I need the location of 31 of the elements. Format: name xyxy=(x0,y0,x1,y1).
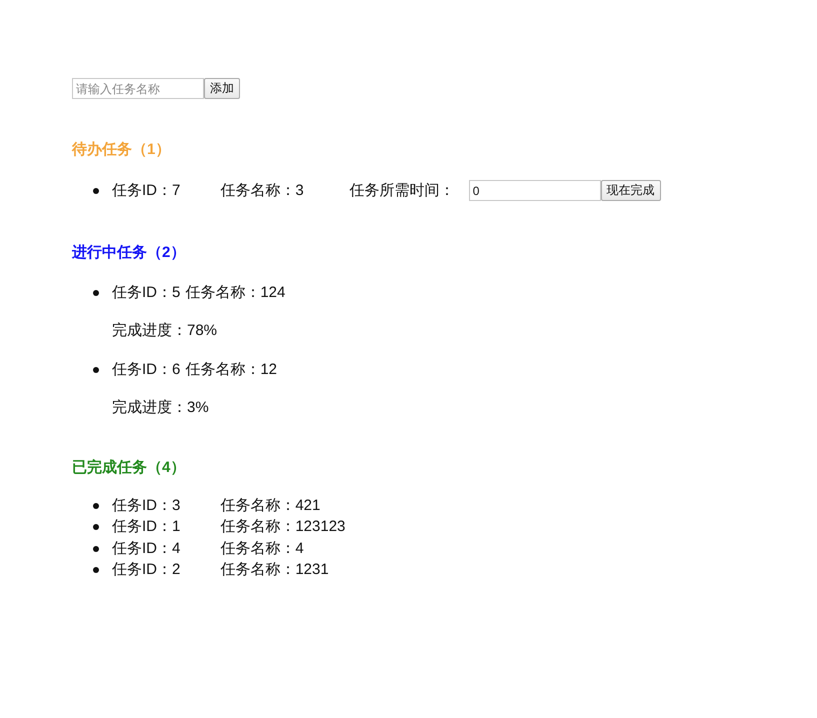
task-id-text: 任务ID：5 xyxy=(112,282,180,302)
task-id-text: 任务ID：2 xyxy=(112,560,180,580)
task-name-text: 任务名称：3 xyxy=(220,180,304,200)
task-name-input[interactable]: 请输入任务名称 xyxy=(72,78,204,99)
task-id-text: 任务ID：7 xyxy=(112,180,180,200)
bullet-icon xyxy=(93,546,99,552)
time-label: 任务所需时间： xyxy=(350,180,455,200)
bullet-icon xyxy=(93,290,99,296)
progress-text: 完成进度：78% xyxy=(112,320,218,340)
add-button[interactable]: 添加 xyxy=(204,78,240,99)
bullet-icon xyxy=(93,567,99,574)
task-name-text: 任务名称：1231 xyxy=(220,560,329,580)
section-heading: 已完成任务（4） xyxy=(72,459,186,477)
bullet-icon xyxy=(93,366,99,372)
task-name-text: 任务名称：124 xyxy=(185,282,286,302)
task-id-text: 任务ID：1 xyxy=(112,517,180,538)
task-name-text: 任务名称：123123 xyxy=(220,517,346,538)
bullet-icon xyxy=(93,502,99,509)
bullet-icon xyxy=(93,188,99,194)
task-name-text: 任务名称：4 xyxy=(220,538,304,559)
finish-button[interactable]: 现在完成 xyxy=(600,180,661,201)
task-id-text: 任务ID：6 xyxy=(112,360,180,380)
task-name-text: 任务名称：12 xyxy=(185,360,278,380)
task-id-text: 任务ID：4 xyxy=(112,538,180,559)
task-name-text: 任务名称：421 xyxy=(220,496,320,516)
section-heading: 待办任务（1） xyxy=(72,141,170,159)
bullet-icon xyxy=(93,524,99,530)
time-input[interactable]: 0 xyxy=(468,180,601,201)
section-heading: 进行中任务（2） xyxy=(72,244,186,262)
task-id-text: 任务ID：3 xyxy=(112,496,180,516)
progress-text: 完成进度：3% xyxy=(112,398,209,418)
